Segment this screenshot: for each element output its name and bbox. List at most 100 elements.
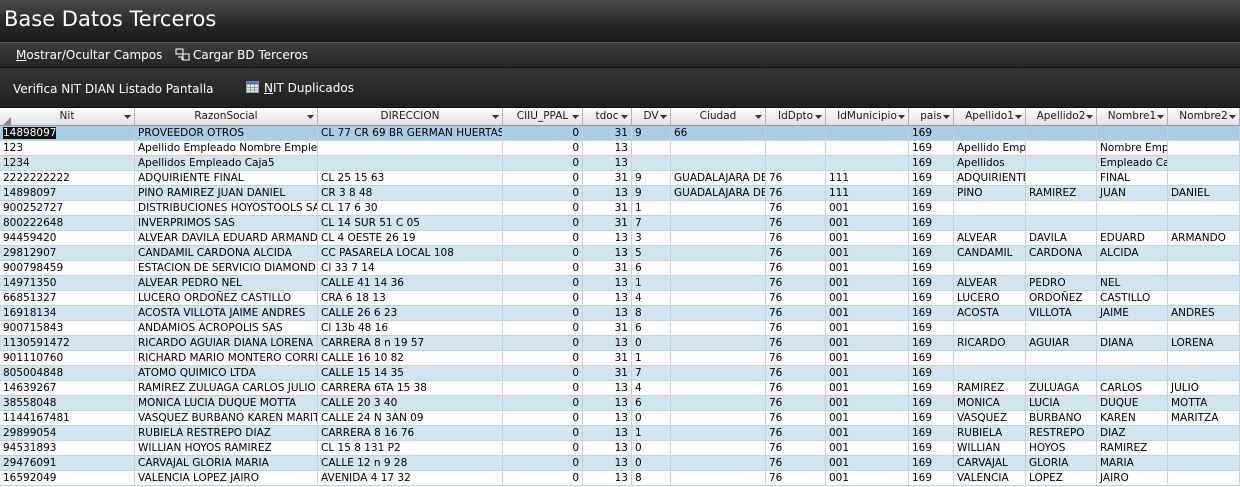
cell-apellido1[interactable]: [954, 126, 1026, 141]
cell-pais[interactable]: 169: [909, 351, 954, 366]
cell-nombre1[interactable]: MARIA: [1097, 456, 1168, 471]
cell-apellido2[interactable]: VILLOTA: [1026, 306, 1097, 321]
cell-ciiu_ppal[interactable]: 0: [503, 411, 583, 426]
cell-apellido2[interactable]: [1026, 171, 1097, 186]
cell-nombre2[interactable]: [1168, 291, 1240, 306]
cell-ciudad[interactable]: 66: [671, 126, 766, 141]
cell-ciudad[interactable]: [671, 411, 766, 426]
cell-ciiu_ppal[interactable]: 0: [503, 261, 583, 276]
filter-dropdown-icon[interactable]: [897, 112, 906, 121]
cell-nit[interactable]: 1130591472: [0, 336, 135, 351]
cell-apellido1[interactable]: [954, 351, 1026, 366]
cell-razonsocial[interactable]: Apellido Empleado Nombre Empleado: [135, 141, 318, 156]
cell-iddpto[interactable]: 76: [766, 171, 826, 186]
cell-nit[interactable]: 1234: [0, 156, 135, 171]
cell-ciudad[interactable]: [671, 276, 766, 291]
cell-nit[interactable]: 16592049: [0, 471, 135, 486]
cell-dv[interactable]: 7: [632, 366, 671, 381]
cell-nombre1[interactable]: [1097, 321, 1168, 336]
cell-idmunicipio[interactable]: 001: [826, 216, 909, 231]
cell-direccion[interactable]: CALLE 15 14 35: [318, 366, 503, 381]
cell-tdoc[interactable]: 31: [583, 171, 632, 186]
cell-nit[interactable]: 901110760: [0, 351, 135, 366]
cell-idmunicipio[interactable]: 111: [826, 171, 909, 186]
cell-dv[interactable]: 8: [632, 471, 671, 486]
cell-ciiu_ppal[interactable]: 0: [503, 396, 583, 411]
cell-razonsocial[interactable]: PINO RAMIREZ JUAN DANIEL: [135, 186, 318, 201]
cell-nit[interactable]: 2222222222: [0, 171, 135, 186]
cell-iddpto[interactable]: 76: [766, 276, 826, 291]
cell-direccion[interactable]: CALLE 16 10 82: [318, 351, 503, 366]
table-row[interactable]: 900252727 DISTRIBUCIONES HOYOSTOOLS SA CL …: [0, 201, 1240, 216]
cell-iddpto[interactable]: 76: [766, 231, 826, 246]
cell-apellido1[interactable]: RAMIREZ: [954, 381, 1026, 396]
cell-dv[interactable]: 1: [632, 351, 671, 366]
cell-pais[interactable]: 169: [909, 411, 954, 426]
cell-razonsocial[interactable]: RUBIELA RESTREPO DIAZ: [135, 426, 318, 441]
cell-dv[interactable]: [632, 141, 671, 156]
table-row[interactable]: 1130591472 RICARDO AGUIAR DIANA LORENA CAR…: [0, 336, 1240, 351]
cell-idmunicipio[interactable]: 001: [826, 426, 909, 441]
column-header-razonsocial[interactable]: RazonSocial: [135, 108, 318, 125]
table-row[interactable]: 29812907 CANDAMIL CARDONA ALCIDA CC PASARE…: [0, 246, 1240, 261]
cell-tdoc[interactable]: 31: [583, 216, 632, 231]
cell-pais[interactable]: 169: [909, 126, 954, 141]
cell-dv[interactable]: 0: [632, 336, 671, 351]
cell-razonsocial[interactable]: MONICA LUCIA DUQUE MOTTA: [135, 396, 318, 411]
cell-tdoc[interactable]: 13: [583, 246, 632, 261]
cell-ciudad[interactable]: [671, 261, 766, 276]
cell-iddpto[interactable]: 76: [766, 456, 826, 471]
cell-nit[interactable]: 1144167481: [0, 411, 135, 426]
cell-idmunicipio[interactable]: 001: [826, 306, 909, 321]
cell-tdoc[interactable]: 13: [583, 156, 632, 171]
cell-apellido2[interactable]: [1026, 156, 1097, 171]
cell-nombre1[interactable]: RAMIREZ: [1097, 441, 1168, 456]
terceros-grid[interactable]: Nit RazonSocial DIRECCION CIIU_PPAL tdoc DV Ci…: [0, 108, 1240, 487]
cell-dv[interactable]: 1: [632, 201, 671, 216]
cell-tdoc[interactable]: 13: [583, 471, 632, 486]
cell-razonsocial[interactable]: ATOMO QUIMICO LTDA: [135, 366, 318, 381]
cell-apellido2[interactable]: BURBANO: [1026, 411, 1097, 426]
cell-dv[interactable]: [632, 156, 671, 171]
table-row[interactable]: 1144167481 VASQUEZ BURBANO KAREN MARITZA C…: [0, 411, 1240, 426]
cell-nombre1[interactable]: JAIME: [1097, 306, 1168, 321]
cell-ciiu_ppal[interactable]: 0: [503, 366, 583, 381]
cell-ciudad[interactable]: [671, 441, 766, 456]
cell-razonsocial[interactable]: RICARDO AGUIAR DIANA LORENA: [135, 336, 318, 351]
cell-iddpto[interactable]: 76: [766, 216, 826, 231]
cell-apellido1[interactable]: VASQUEZ: [954, 411, 1026, 426]
column-header-ciudad[interactable]: Ciudad: [671, 108, 766, 125]
cell-dv[interactable]: 9: [632, 171, 671, 186]
table-row[interactable]: 14639267 RAMIREZ ZULUAGA CARLOS JULIO CARR…: [0, 381, 1240, 396]
filter-dropdown-icon[interactable]: [571, 112, 580, 121]
cell-ciudad[interactable]: [671, 366, 766, 381]
cell-idmunicipio[interactable]: 001: [826, 381, 909, 396]
cell-ciiu_ppal[interactable]: 0: [503, 291, 583, 306]
cell-nombre1[interactable]: [1097, 261, 1168, 276]
cell-idmunicipio[interactable]: [826, 126, 909, 141]
cell-pais[interactable]: 169: [909, 336, 954, 351]
cell-apellido1[interactable]: ACOSTA: [954, 306, 1026, 321]
cell-ciiu_ppal[interactable]: 0: [503, 426, 583, 441]
cell-iddpto[interactable]: 76: [766, 411, 826, 426]
column-header-ciiu_ppal[interactable]: CIIU_PPAL: [503, 108, 583, 125]
cell-idmunicipio[interactable]: 001: [826, 201, 909, 216]
cell-direccion[interactable]: CL 25 15 63: [318, 171, 503, 186]
cell-nombre1[interactable]: EDUARD: [1097, 231, 1168, 246]
table-row[interactable]: 1234 Apellidos Empleado Caja5 0 13 169 Apelli…: [0, 156, 1240, 171]
cell-pais[interactable]: 169: [909, 186, 954, 201]
cell-nombre1[interactable]: [1097, 366, 1168, 381]
cell-idmunicipio[interactable]: 111: [826, 186, 909, 201]
filter-dropdown-icon[interactable]: [491, 112, 500, 121]
cell-pais[interactable]: 169: [909, 261, 954, 276]
cell-direccion[interactable]: CL 77 CR 69 BR GERMAN HUERTAS M: [318, 126, 503, 141]
cell-nombre2[interactable]: [1168, 201, 1240, 216]
cell-apellido2[interactable]: PEDRO: [1026, 276, 1097, 291]
cell-ciudad[interactable]: [671, 396, 766, 411]
cell-idmunicipio[interactable]: 001: [826, 261, 909, 276]
cell-nombre1[interactable]: ALCIDA: [1097, 246, 1168, 261]
cell-apellido1[interactable]: WILLIAN: [954, 441, 1026, 456]
table-row[interactable]: 94531893 WILLIAN HOYOS RAMIREZ CL 15 8 131…: [0, 441, 1240, 456]
cell-dv[interactable]: 4: [632, 291, 671, 306]
cell-idmunicipio[interactable]: 001: [826, 366, 909, 381]
